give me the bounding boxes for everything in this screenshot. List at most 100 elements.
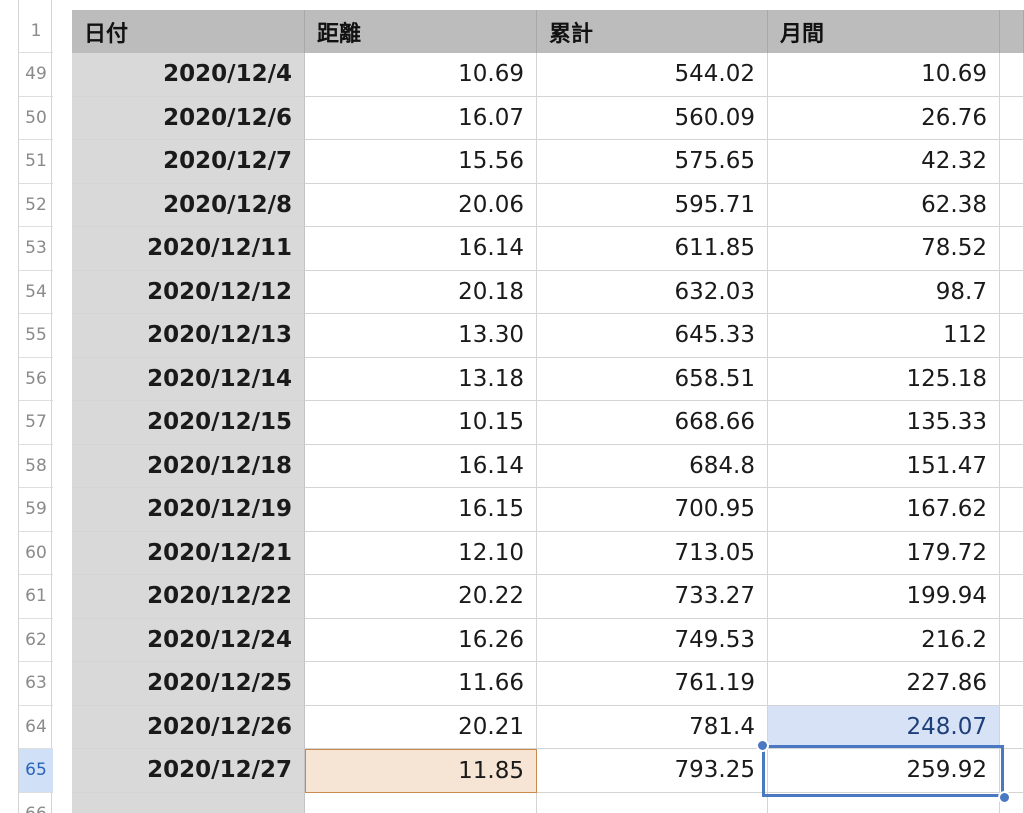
monthly-cell[interactable]: 98.7 <box>768 270 1000 314</box>
date-cell[interactable]: 2020/12/7 <box>72 140 305 184</box>
total-cell[interactable]: 761.19 <box>537 662 768 706</box>
monthly-cell[interactable]: 112 <box>768 314 1000 358</box>
row-number[interactable]: 50 <box>19 97 53 140</box>
monthly-cell[interactable]: 135.33 <box>768 401 1000 445</box>
monthly-cell[interactable]: 26.76 <box>768 96 1000 140</box>
total-cell[interactable]: 560.09 <box>537 96 768 140</box>
date-cell[interactable]: 2020/12/13 <box>72 314 305 358</box>
total-cell[interactable] <box>537 792 768 813</box>
selection-handle-bottom-right[interactable] <box>998 790 1011 804</box>
row-number[interactable]: 59 <box>19 488 53 532</box>
empty-cell[interactable] <box>1000 314 1024 358</box>
row-number[interactable]: 64 <box>19 706 53 749</box>
total-cell[interactable]: 700.95 <box>537 488 768 532</box>
date-cell[interactable]: 2020/12/19 <box>72 488 305 532</box>
distance-cell[interactable]: 20.22 <box>305 575 537 619</box>
distance-cell[interactable]: 16.07 <box>305 96 537 140</box>
row-number[interactable]: 56 <box>19 358 53 401</box>
empty-cell[interactable] <box>1000 575 1024 619</box>
date-cell[interactable]: 2020/12/4 <box>72 53 305 97</box>
date-cell[interactable]: 2020/12/22 <box>72 575 305 619</box>
monthly-cell[interactable]: 10.69 <box>768 53 1000 97</box>
date-cell[interactable]: 2020/12/15 <box>72 401 305 445</box>
total-cell[interactable]: 645.33 <box>537 314 768 358</box>
total-cell[interactable]: 733.27 <box>537 575 768 619</box>
row-number[interactable]: 57 <box>19 401 53 445</box>
row-number-header[interactable]: 1 <box>19 10 53 53</box>
empty-cell[interactable] <box>1000 488 1024 532</box>
monthly-cell[interactable]: 78.52 <box>768 227 1000 271</box>
empty-cell[interactable] <box>1000 96 1024 140</box>
empty-cell[interactable] <box>1000 705 1024 749</box>
empty-cell[interactable] <box>1000 270 1024 314</box>
total-cell[interactable]: 544.02 <box>537 53 768 97</box>
date-cell[interactable]: 2020/12/26 <box>72 705 305 749</box>
empty-cell[interactable] <box>1000 749 1024 793</box>
date-cell[interactable]: 2020/12/27 <box>72 749 305 793</box>
total-cell[interactable]: 632.03 <box>537 270 768 314</box>
monthly-cell[interactable]: 179.72 <box>768 531 1000 575</box>
row-number[interactable]: 52 <box>19 184 53 227</box>
distance-cell[interactable]: 11.85 <box>305 749 537 793</box>
monthly-cell[interactable]: 167.62 <box>768 488 1000 532</box>
empty-cell[interactable] <box>1000 444 1024 488</box>
empty-cell[interactable] <box>1000 357 1024 401</box>
distance-cell[interactable]: 16.15 <box>305 488 537 532</box>
monthly-cell[interactable]: 227.86 <box>768 662 1000 706</box>
date-cell[interactable]: 2020/12/12 <box>72 270 305 314</box>
row-number[interactable]: 61 <box>19 575 53 619</box>
row-number[interactable]: 63 <box>19 662 53 706</box>
empty-cell[interactable] <box>1000 53 1024 97</box>
distance-cell[interactable]: 10.15 <box>305 401 537 445</box>
empty-cell[interactable] <box>1000 662 1024 706</box>
distance-cell[interactable]: 20.06 <box>305 183 537 227</box>
monthly-cell[interactable]: 62.38 <box>768 183 1000 227</box>
date-cell[interactable]: 2020/12/24 <box>72 618 305 662</box>
date-cell[interactable] <box>72 792 305 813</box>
row-number[interactable]: 66 <box>19 793 53 813</box>
monthly-cell[interactable]: 125.18 <box>768 357 1000 401</box>
monthly-cell[interactable]: 199.94 <box>768 575 1000 619</box>
column-header-empty[interactable] <box>1000 10 1024 53</box>
row-number[interactable]: 55 <box>19 314 53 358</box>
date-cell[interactable]: 2020/12/21 <box>72 531 305 575</box>
empty-cell[interactable] <box>1000 227 1024 271</box>
total-cell[interactable]: 595.71 <box>537 183 768 227</box>
distance-cell[interactable]: 20.21 <box>305 705 537 749</box>
column-header-total[interactable]: 累計 <box>537 10 768 53</box>
monthly-cell[interactable]: 259.92 <box>768 749 1000 793</box>
total-cell[interactable]: 668.66 <box>537 401 768 445</box>
total-cell[interactable]: 658.51 <box>537 357 768 401</box>
monthly-cell[interactable]: 151.47 <box>768 444 1000 488</box>
column-header-date[interactable]: 日付 <box>72 10 305 53</box>
total-cell[interactable]: 793.25 <box>537 749 768 793</box>
distance-cell[interactable]: 12.10 <box>305 531 537 575</box>
date-cell[interactable]: 2020/12/6 <box>72 96 305 140</box>
selection-handle-top-left[interactable] <box>756 739 769 752</box>
monthly-cell[interactable]: 248.07 <box>768 705 1000 749</box>
total-cell[interactable]: 611.85 <box>537 227 768 271</box>
row-number[interactable]: 53 <box>19 227 53 271</box>
empty-cell[interactable] <box>1000 140 1024 184</box>
monthly-cell[interactable] <box>768 792 1000 813</box>
column-header-monthly[interactable]: 月間 <box>768 10 1000 53</box>
total-cell[interactable]: 713.05 <box>537 531 768 575</box>
date-cell[interactable]: 2020/12/8 <box>72 183 305 227</box>
distance-cell[interactable]: 10.69 <box>305 53 537 97</box>
empty-cell[interactable] <box>1000 618 1024 662</box>
monthly-cell[interactable]: 216.2 <box>768 618 1000 662</box>
row-number[interactable]: 65 <box>19 749 53 793</box>
row-number[interactable]: 54 <box>19 271 53 314</box>
column-header-distance[interactable]: 距離 <box>305 10 537 53</box>
empty-cell[interactable] <box>1000 183 1024 227</box>
distance-cell[interactable]: 13.30 <box>305 314 537 358</box>
total-cell[interactable]: 575.65 <box>537 140 768 184</box>
empty-cell[interactable] <box>1000 531 1024 575</box>
date-cell[interactable]: 2020/12/25 <box>72 662 305 706</box>
row-number[interactable]: 51 <box>19 140 53 184</box>
distance-cell[interactable]: 20.18 <box>305 270 537 314</box>
total-cell[interactable]: 749.53 <box>537 618 768 662</box>
distance-cell[interactable]: 11.66 <box>305 662 537 706</box>
distance-cell[interactable]: 13.18 <box>305 357 537 401</box>
monthly-cell[interactable]: 42.32 <box>768 140 1000 184</box>
